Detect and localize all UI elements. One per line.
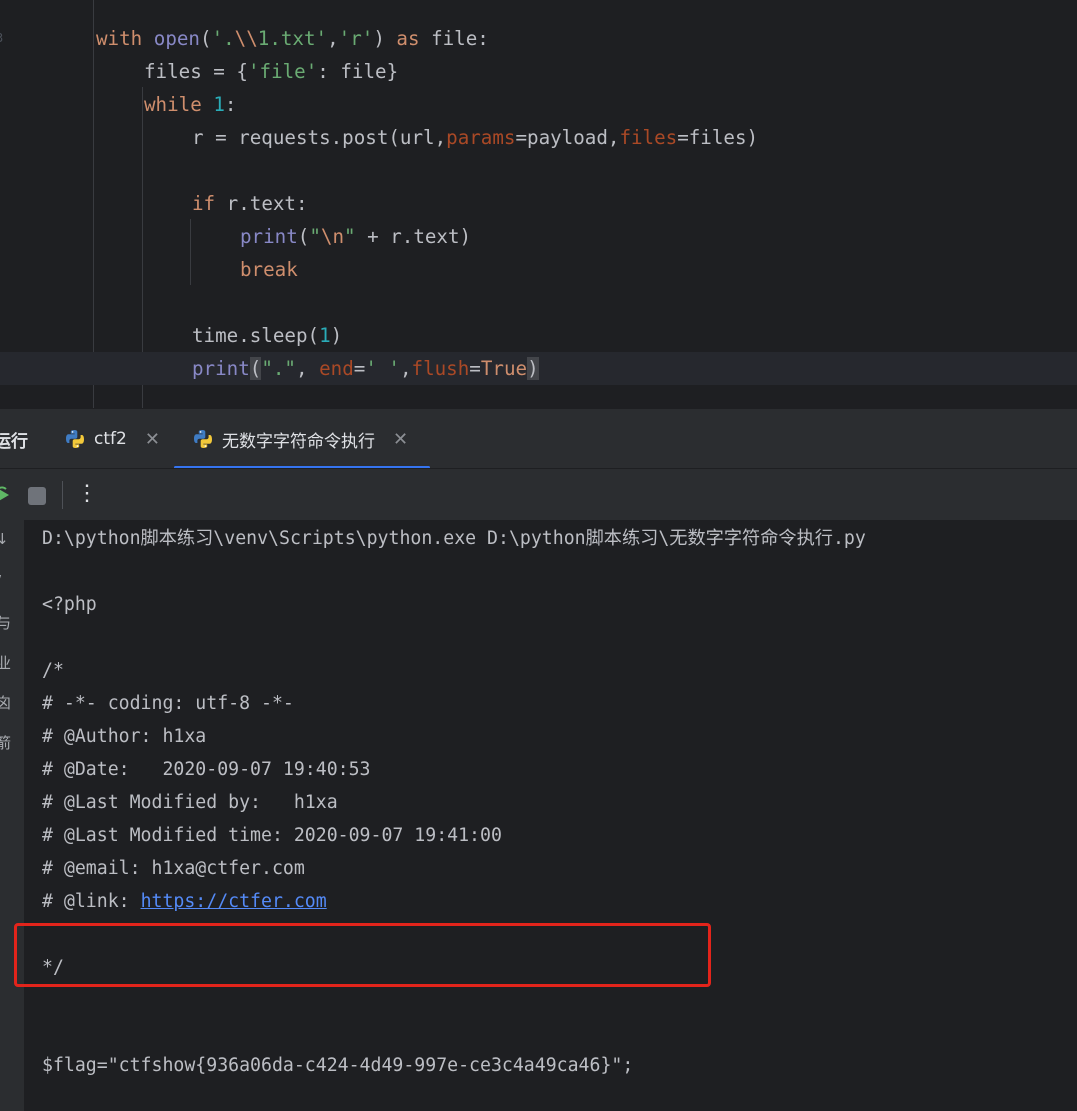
console-output[interactable]: D:\python脚本练习\venv\Scripts\python.exe D:… — [24, 520, 1077, 1111]
clear-icon[interactable]: 箭 — [0, 732, 11, 753]
console-command-line: D:\python脚本练习\venv\Scripts\python.exe D:… — [42, 528, 866, 549]
run-tab-bar: 运行 ctf2 ✕ 无数字字符命令执行 ✕ — [0, 408, 1077, 469]
more-vertical-icon[interactable]: ⋮ — [76, 479, 98, 509]
console-link-prefix: # @link: — [42, 891, 141, 912]
side-action-strip: ↓ / 与 业 囟 箭 — [0, 520, 24, 1111]
console-link-line: # @link: https://ctfer.com — [42, 885, 327, 918]
console-line: # @Last Modified time: 2020-09-07 19:41:… — [42, 825, 502, 846]
close-icon[interactable]: ✕ — [393, 429, 408, 450]
close-icon[interactable]: ✕ — [145, 429, 160, 450]
console-line: # @Last Modified by: h1xa — [42, 792, 338, 813]
code-line-sleep[interactable]: time.sleep(1) — [0, 319, 342, 352]
code-line-requests-post[interactable]: r = requests.post(url,params=payload,fil… — [0, 121, 758, 154]
format-icon[interactable]: 与 — [0, 612, 11, 633]
console-line: # @email: h1xa@ctfer.com — [42, 858, 305, 879]
console-line: <?php — [42, 594, 97, 615]
console-line: # @Author: h1xa — [42, 726, 207, 747]
rerun-icon[interactable] — [0, 485, 14, 505]
print-icon[interactable]: 业 — [0, 652, 11, 673]
console-line: /* — [42, 660, 64, 681]
tab-active-script[interactable]: 无数字字符命令执行 ✕ — [174, 409, 430, 469]
code-line-break[interactable]: break — [0, 253, 298, 286]
soft-wrap-icon[interactable]: / — [0, 572, 1, 590]
tab-label: 无数字字符命令执行 — [222, 431, 375, 452]
code-line-while[interactable]: while 1: — [0, 88, 236, 121]
python-icon — [194, 430, 212, 448]
flag-line: $flag="ctfshow{936a06da-c424-4d49-997e-c… — [42, 1055, 634, 1076]
tab-ctf2[interactable]: ctf2 ✕ — [64, 409, 160, 469]
toolbar-separator — [62, 481, 63, 509]
code-line-print-dot[interactable]: print(".", end=' ',flush=True) — [0, 352, 1077, 385]
stop-icon[interactable] — [28, 487, 46, 505]
code-line-print-text[interactable]: print("\n" + r.text) — [0, 220, 471, 253]
code-editor[interactable]: 3 8 with open('.\\1.txt','r') as file: f… — [0, 0, 1077, 408]
tab-label: ctf2 — [94, 429, 127, 449]
console-line: # @Date: 2020-09-07 19:40:53 — [42, 759, 371, 780]
ctfer-link[interactable]: https://ctfer.com — [141, 891, 327, 912]
tool-window-title[interactable]: 运行 — [0, 427, 28, 452]
code-line-with-open[interactable]: with open('.\\1.txt','r') as file: — [0, 22, 489, 55]
run-tool-window: 运行 ctf2 ✕ 无数字字符命令执行 ✕ ⋮ ↓ 与 业 囟 箭 D:\pyt… — [0, 408, 1077, 1111]
code-line-if[interactable]: if r.text: — [0, 187, 308, 220]
run-toolbar: ⋮ — [0, 468, 1077, 521]
console-line: # -*- coding: utf-8 -*- — [42, 693, 294, 714]
python-icon — [66, 430, 84, 448]
flag-highlight-box — [14, 923, 711, 987]
pin-icon[interactable]: 囟 — [0, 692, 11, 713]
scroll-down-icon[interactable]: ↓ — [0, 530, 9, 548]
code-line-files[interactable]: files = {'file': file} — [0, 55, 398, 88]
